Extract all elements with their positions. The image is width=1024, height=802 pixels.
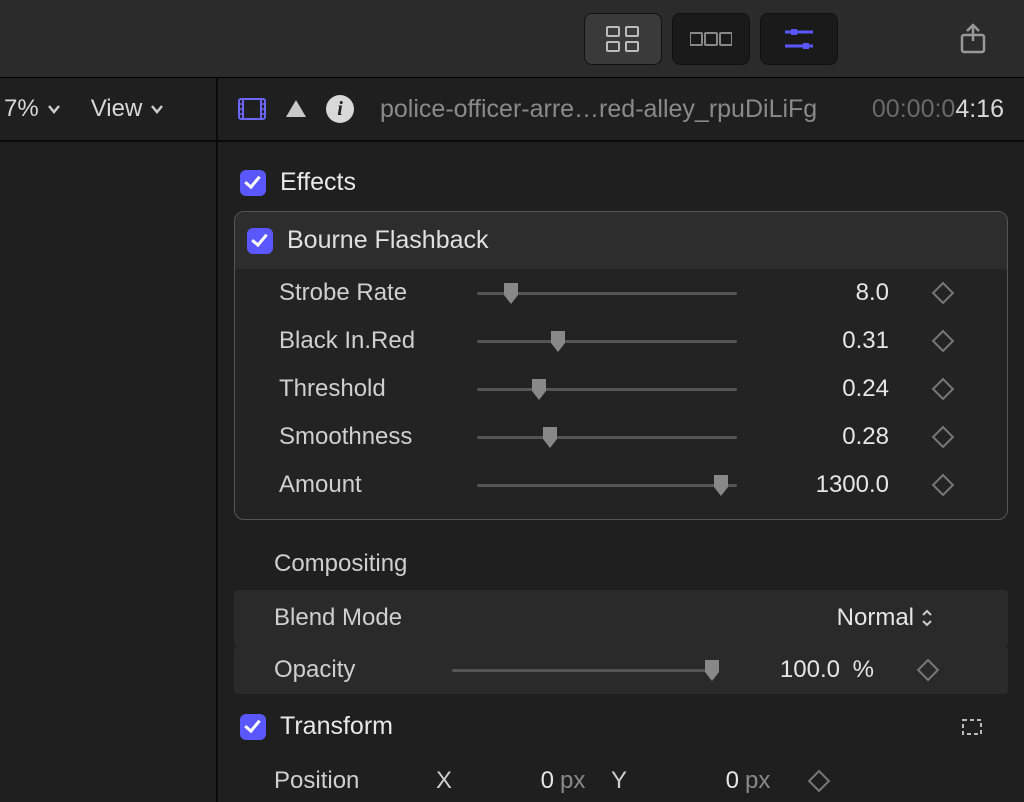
- param-label: Amount: [279, 471, 459, 499]
- chevron-down-icon: [47, 102, 61, 116]
- chevron-down-icon: [150, 102, 164, 116]
- zoom-percent-label: 7%: [4, 95, 39, 123]
- param-label: Strobe Rate: [279, 279, 459, 307]
- blend-mode-select[interactable]: Normal: [802, 604, 932, 632]
- keyframe-button[interactable]: [932, 426, 955, 449]
- param-row: Smoothness 0.28: [235, 413, 1007, 461]
- slider-thumb-icon: [502, 283, 520, 305]
- effect-title-row[interactable]: Bourne Flashback: [235, 212, 1007, 269]
- effects-checkbox[interactable]: [240, 170, 266, 196]
- view-mode-segmented: [584, 13, 838, 65]
- filmstrip-icon: [690, 30, 732, 48]
- opacity-label: Opacity: [274, 656, 434, 684]
- blend-mode-value: Normal: [837, 604, 914, 632]
- param-value[interactable]: 0.24: [755, 375, 895, 403]
- keyframe-button[interactable]: [932, 282, 955, 305]
- view-label: View: [91, 95, 143, 123]
- compositing-title: Compositing: [274, 550, 407, 578]
- transform-checkbox[interactable]: [240, 714, 266, 740]
- keyframe-button[interactable]: [917, 659, 940, 682]
- param-row: Black In.Red 0.31: [235, 317, 1007, 365]
- opacity-row: Opacity 100.0 %: [234, 646, 1008, 694]
- left-column-header: 7% View: [0, 78, 216, 142]
- left-column: 7% View: [0, 78, 218, 802]
- x-label: X: [424, 767, 464, 795]
- position-x-value[interactable]: 0: [464, 767, 554, 795]
- effect-box: Bourne Flashback Strobe Rate 8.0 Black I…: [234, 211, 1008, 520]
- param-slider[interactable]: [477, 427, 737, 447]
- blend-mode-row: Blend Mode Normal: [234, 590, 1008, 646]
- inspector-header: i police-officer-arre…red-alley_rpuDiLiF…: [218, 78, 1024, 142]
- clip-icon[interactable]: [238, 98, 266, 120]
- position-label: Position: [274, 767, 424, 795]
- param-slider[interactable]: [477, 379, 737, 399]
- blend-mode-label: Blend Mode: [274, 604, 454, 632]
- keyframe-button[interactable]: [932, 474, 955, 497]
- timecode-dim: 00:00:0: [872, 95, 955, 123]
- param-slider[interactable]: [477, 331, 737, 351]
- timecode-duration: 4:16: [955, 95, 1004, 123]
- position-row: Position X 0 px Y 0 px: [234, 753, 1008, 801]
- color-inspector-icon[interactable]: [284, 97, 308, 121]
- info-icon[interactable]: i: [326, 95, 354, 123]
- param-value[interactable]: 1300.0: [755, 471, 895, 499]
- inspector-mode-button[interactable]: [760, 13, 838, 65]
- inspector-body: Effects Bourne Flashback Strobe Rate 8.0…: [218, 142, 1024, 802]
- filmstrip-mode-button[interactable]: [672, 13, 750, 65]
- px-unit: px: [554, 767, 599, 795]
- transform-section-header: Transform: [234, 694, 1008, 753]
- slider-thumb-icon: [530, 379, 548, 401]
- effect-enable-checkbox[interactable]: [247, 228, 273, 254]
- top-toolbar: [0, 0, 1024, 78]
- zoom-percent-dropdown[interactable]: 7%: [4, 95, 61, 123]
- onscreen-controls-icon[interactable]: [958, 716, 986, 738]
- keyframe-button[interactable]: [808, 770, 831, 793]
- inspector-panel: i police-officer-arre…red-alley_rpuDiLiF…: [218, 78, 1024, 802]
- compositing-section-header: Compositing: [234, 534, 1008, 590]
- param-slider[interactable]: [477, 283, 737, 303]
- view-dropdown[interactable]: View: [91, 95, 165, 123]
- keyframe-button[interactable]: [932, 330, 955, 353]
- share-icon: [959, 23, 987, 55]
- opacity-slider[interactable]: [452, 660, 712, 680]
- slider-thumb-icon: [549, 331, 567, 353]
- keyframe-button[interactable]: [932, 378, 955, 401]
- param-row: Threshold 0.24: [235, 365, 1007, 413]
- clip-name: police-officer-arre…red-alley_rpuDiLiFg: [380, 95, 817, 124]
- sliders-icon: [783, 26, 815, 52]
- param-row: Amount 1300.0: [235, 461, 1007, 509]
- effects-title: Effects: [280, 168, 356, 197]
- position-y-value[interactable]: 0: [639, 767, 739, 795]
- slider-thumb-icon: [703, 660, 721, 682]
- param-row: Strobe Rate 8.0: [235, 269, 1007, 317]
- clip-timecode: 00:00:04:16: [872, 95, 1004, 124]
- param-value[interactable]: 0.31: [755, 327, 895, 355]
- grid-mode-button[interactable]: [584, 13, 662, 65]
- effect-name: Bourne Flashback: [287, 226, 489, 255]
- y-label: Y: [599, 767, 639, 795]
- updown-icon: [922, 609, 932, 627]
- grid-icon: [606, 26, 640, 52]
- param-label: Threshold: [279, 375, 459, 403]
- slider-thumb-icon: [541, 427, 559, 449]
- slider-thumb-icon: [712, 475, 730, 497]
- param-label: Smoothness: [279, 423, 459, 451]
- opacity-value[interactable]: 100.0 %: [730, 656, 880, 684]
- param-slider[interactable]: [477, 475, 737, 495]
- px-unit: px: [739, 767, 789, 795]
- param-label: Black In.Red: [279, 327, 459, 355]
- share-button[interactable]: [942, 13, 1004, 65]
- effects-section-header: Effects: [234, 158, 1008, 211]
- param-value[interactable]: 0.28: [755, 423, 895, 451]
- transform-title: Transform: [280, 712, 393, 741]
- param-value[interactable]: 8.0: [755, 279, 895, 307]
